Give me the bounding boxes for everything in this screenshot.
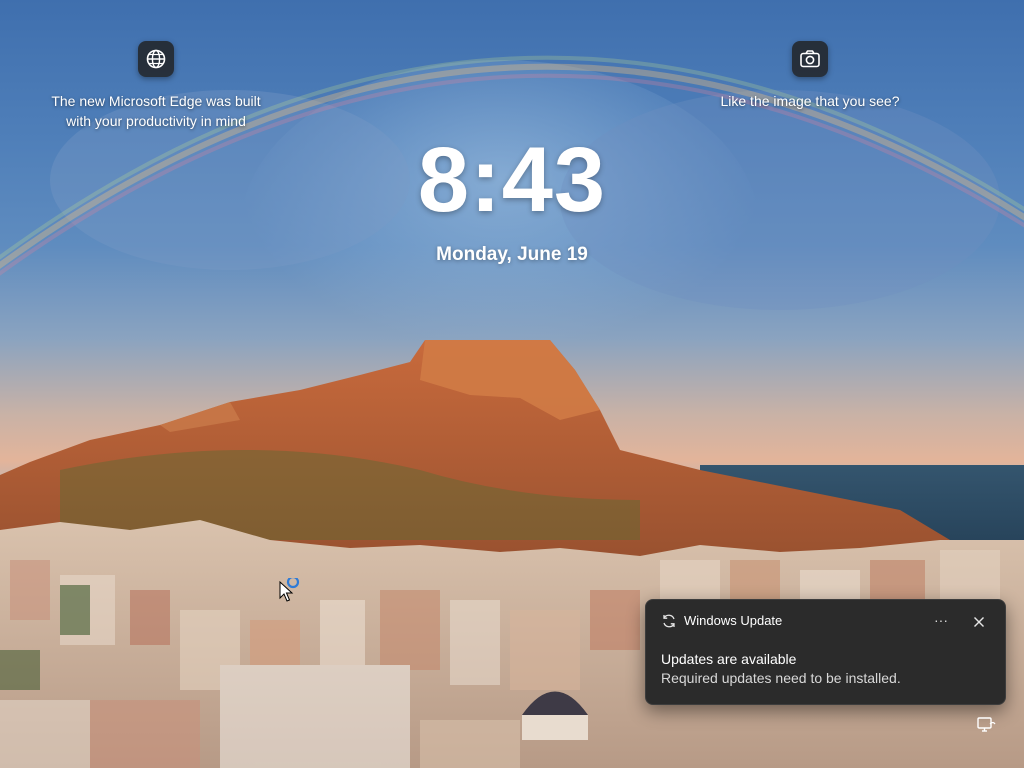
toast-title: Updates are available (661, 651, 797, 667)
spotlight-edge-tip[interactable]: The new Microsoft Edge was built with yo… (40, 41, 272, 131)
spotlight-image-feedback[interactable]: Like the image that you see? (700, 41, 920, 111)
globe-icon[interactable] (138, 41, 174, 77)
lock-screen-date: Monday, June 19 (436, 244, 588, 265)
lock-screen-clock: 8:43 (417, 129, 607, 231)
camera-icon[interactable] (792, 41, 828, 77)
spotlight-image-text: Like the image that you see? (720, 93, 900, 109)
spotlight-edge-text: The new Microsoft Edge was built with yo… (40, 91, 272, 131)
toast-app-name: Windows Update (684, 613, 783, 628)
lock-screen: The new Microsoft Edge was built with yo… (0, 0, 1024, 768)
windows-update-notification[interactable]: Windows Update ··· Updates are available… (645, 599, 1006, 705)
toast-body: Required updates need to be installed. (661, 670, 901, 686)
mouse-cursor-icon (279, 578, 300, 602)
spotlight-edge-line-1: The new Microsoft Edge was built (51, 93, 261, 109)
toast-header: Windows Update ··· (646, 600, 1005, 644)
more-options-button[interactable]: ··· (929, 610, 953, 634)
sync-icon (663, 614, 675, 628)
network-icon[interactable] (976, 716, 996, 734)
close-icon[interactable] (967, 610, 991, 634)
